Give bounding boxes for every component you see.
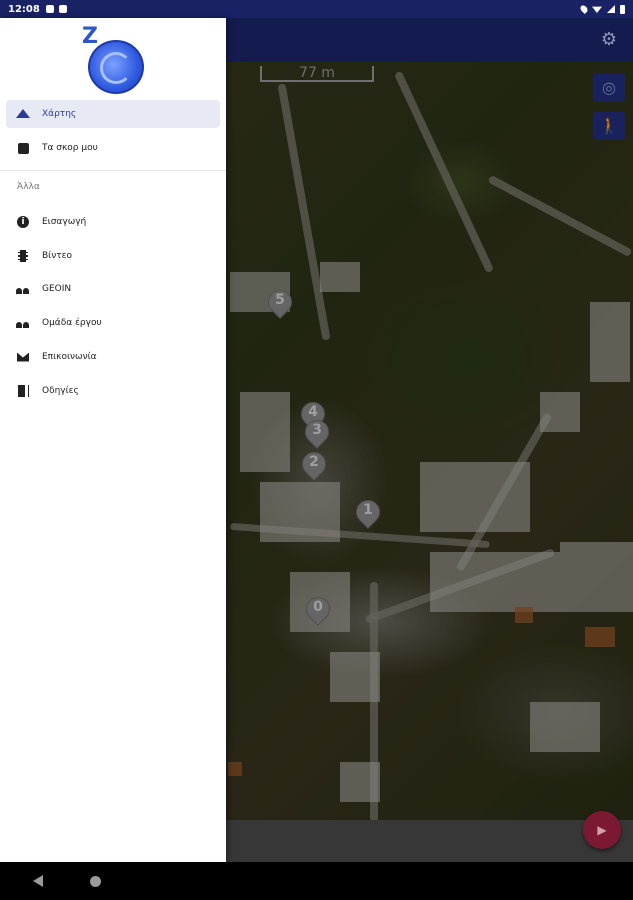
system-nav-bar (0, 862, 633, 900)
drawer-item-label: Οδηγίες (42, 386, 79, 396)
battery-icon (620, 4, 625, 14)
map-marker[interactable]: 3 (300, 415, 334, 449)
navigation-drawer: Z Χάρτης Τα σκορ μου Άλλα i Εισαγωγή Βίν… (0, 18, 226, 862)
drawer-item-my-scores[interactable]: Τα σκορ μου (6, 134, 220, 162)
status-bar: 12:08 (0, 0, 633, 18)
wifi-icon (592, 6, 602, 13)
settings-status-icon (45, 5, 54, 13)
walk-mode-button[interactable]: 🚶 (593, 112, 625, 140)
drawer-divider (0, 170, 226, 171)
book-icon (16, 384, 30, 398)
map-scale-bar: 77 m (260, 66, 374, 82)
drawer-item-project-team[interactable]: Ομάδα έργου (6, 309, 220, 337)
drawer-item-label: Εισαγωγή (42, 217, 87, 227)
map-marker[interactable]: 5 (263, 285, 297, 319)
drawer-item-label: Χάρτης (42, 109, 77, 119)
status-time: 12:08 (8, 3, 40, 15)
map-marker[interactable]: 0 (301, 592, 335, 626)
scoreboard-icon (16, 141, 30, 155)
people-icon (16, 316, 30, 330)
drawer-item-label: Τα σκορ μου (42, 143, 98, 153)
app-logo: Z (82, 26, 144, 94)
back-icon[interactable] (33, 875, 43, 887)
drawer-item-instructions[interactable]: Οδηγίες (6, 377, 220, 405)
people-icon (16, 282, 30, 296)
my-location-button[interactable]: ◎ (593, 74, 625, 102)
signal-icon (607, 5, 615, 13)
home-icon[interactable] (90, 876, 101, 887)
info-icon: i (16, 215, 30, 229)
drawer-item-introduction[interactable]: i Εισαγωγή (6, 208, 220, 236)
map-marker[interactable]: 2 (297, 447, 331, 481)
film-icon (16, 249, 30, 263)
drawer-item-contact[interactable]: Επικοινωνία (6, 343, 220, 371)
drawer-section-label: Άλλα (17, 182, 40, 192)
sd-card-status-icon (58, 5, 67, 13)
location-status-icon (579, 4, 589, 14)
drawer-item-video[interactable]: Βίντεο (6, 242, 220, 270)
mountain-icon (16, 107, 30, 121)
drawer-item-label: Επικοινωνία (42, 352, 97, 362)
drawer-item-map[interactable]: Χάρτης (6, 100, 220, 128)
drawer-item-label: Ομάδα έργου (42, 318, 102, 328)
gear-icon[interactable]: ⚙ (599, 30, 619, 50)
drawer-item-geoin[interactable]: GEOIN (6, 275, 220, 303)
drawer-item-label: Βίντεο (42, 251, 73, 261)
play-button[interactable]: ▶ (583, 811, 621, 849)
mail-icon (16, 350, 30, 364)
drawer-item-label: GEOIN (42, 284, 72, 294)
map-marker[interactable]: 1 (351, 495, 385, 529)
